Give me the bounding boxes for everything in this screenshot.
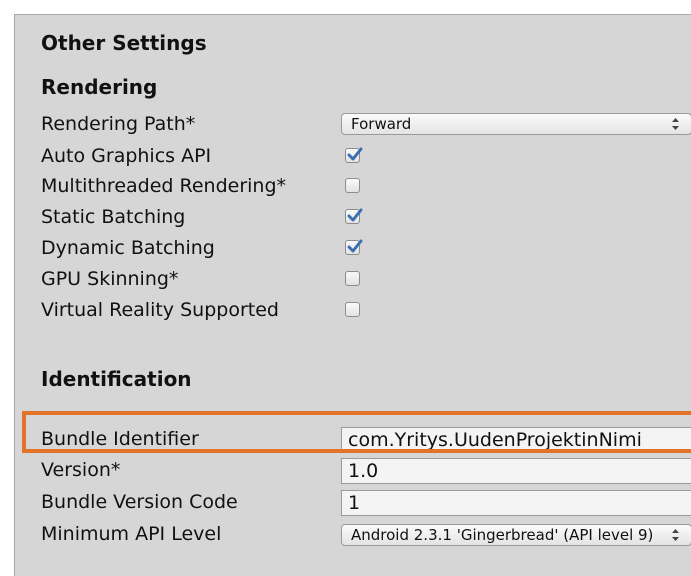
- other-settings-panel: Other Settings Rendering Rendering Path*…: [14, 14, 691, 576]
- checkmark-icon: [347, 208, 363, 222]
- bundle-identifier-field[interactable]: com.Yritys.UudenProjektinNimi: [341, 427, 691, 453]
- rendering-path-value: Forward: [351, 115, 412, 133]
- auto-graphics-api-checkbox[interactable]: [345, 147, 363, 163]
- section-title: Other Settings: [41, 31, 207, 55]
- rendering-heading: Rendering: [41, 75, 158, 99]
- dynamic-batching-checkbox[interactable]: [345, 239, 363, 255]
- gpu-skinning-row: GPU Skinning*: [15, 266, 691, 296]
- version-value: 1.0: [348, 460, 379, 482]
- rendering-path-dropdown[interactable]: Forward: [341, 113, 691, 135]
- identification-heading: Identification: [41, 367, 192, 391]
- bundle-version-code-label: Bundle Version Code: [41, 491, 238, 513]
- auto-graphics-api-row: Auto Graphics API: [15, 143, 691, 173]
- vr-supported-checkbox[interactable]: [345, 302, 360, 317]
- vr-supported-row: Virtual Reality Supported: [15, 297, 691, 327]
- static-batching-checkbox[interactable]: [345, 208, 363, 224]
- vr-supported-label: Virtual Reality Supported: [41, 299, 279, 321]
- min-api-level-label: Minimum API Level: [41, 523, 222, 545]
- min-api-level-dropdown[interactable]: Android 2.3.1 'Gingerbread' (API level 9…: [341, 524, 691, 546]
- min-api-level-value: Android 2.3.1 'Gingerbread' (API level 9…: [351, 526, 654, 544]
- static-batching-label: Static Batching: [41, 206, 186, 228]
- bundle-version-code-value: 1: [348, 492, 361, 514]
- dynamic-batching-row: Dynamic Batching: [15, 235, 691, 265]
- dropdown-arrows-icon: [672, 529, 679, 541]
- static-batching-row: Static Batching: [15, 204, 691, 234]
- version-field[interactable]: 1.0: [341, 458, 691, 484]
- checkmark-icon: [347, 147, 363, 161]
- multithreaded-rendering-row: Multithreaded Rendering*: [15, 173, 691, 203]
- bundle-identifier-row: Bundle Identifier com.Yritys.UudenProjek…: [15, 426, 691, 456]
- gpu-skinning-checkbox[interactable]: [345, 271, 360, 286]
- multithreaded-rendering-checkbox[interactable]: [345, 178, 360, 193]
- bundle-version-code-field[interactable]: 1: [341, 490, 691, 516]
- rendering-path-label: Rendering Path*: [41, 113, 196, 135]
- bundle-identifier-value: com.Yritys.UudenProjektinNimi: [348, 429, 642, 451]
- dropdown-arrows-icon: [672, 118, 679, 130]
- version-row: Version* 1.0: [15, 457, 691, 487]
- multithreaded-rendering-label: Multithreaded Rendering*: [41, 175, 287, 197]
- version-label: Version*: [41, 459, 121, 481]
- bundle-identifier-label: Bundle Identifier: [41, 428, 199, 450]
- min-api-level-row: Minimum API Level Android 2.3.1 'Gingerb…: [15, 521, 691, 551]
- bundle-version-code-row: Bundle Version Code 1: [15, 489, 691, 519]
- auto-graphics-api-label: Auto Graphics API: [41, 145, 212, 167]
- dynamic-batching-label: Dynamic Batching: [41, 237, 215, 259]
- checkmark-icon: [347, 239, 363, 253]
- rendering-path-row: Rendering Path* Forward: [15, 111, 691, 141]
- gpu-skinning-label: GPU Skinning*: [41, 268, 179, 290]
